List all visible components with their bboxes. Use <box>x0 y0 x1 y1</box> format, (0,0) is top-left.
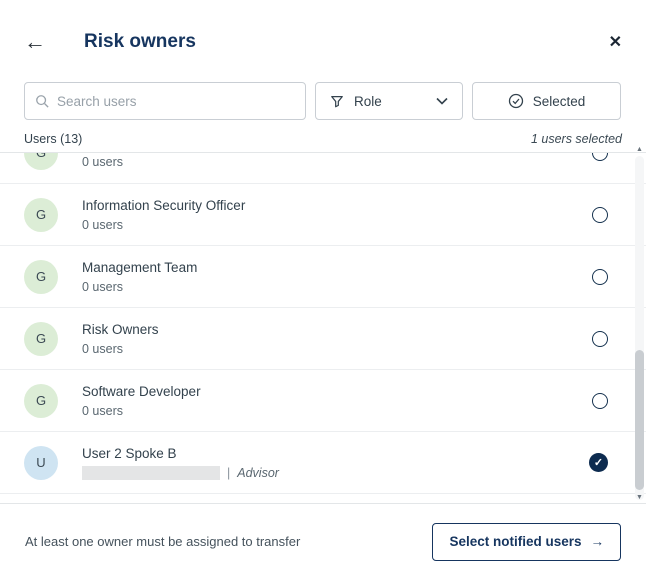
avatar: G <box>24 152 58 170</box>
selection-toggle[interactable] <box>592 331 608 347</box>
list-item[interactable]: G Risk Owners 0 users <box>0 308 646 370</box>
user-name: Software Developer <box>82 384 201 399</box>
selected-count-label: 1 users selected <box>531 132 622 146</box>
user-info: 0 users <box>82 152 123 169</box>
search-icon <box>35 94 49 108</box>
avatar: G <box>24 260 58 294</box>
user-name: User 2 Spoke B <box>82 446 279 461</box>
user-list[interactable]: G 0 users G Information Security Officer… <box>0 152 646 500</box>
selection-toggle[interactable] <box>592 207 608 223</box>
user-subtitle: 0 users <box>82 342 159 356</box>
users-count-label: Users (13) <box>24 132 82 146</box>
selection-toggle-checked[interactable]: ✓ <box>589 453 608 472</box>
close-icon[interactable]: ✕ <box>609 32 622 52</box>
selection-toggle[interactable] <box>592 269 608 285</box>
list-item[interactable]: G Software Developer 0 users <box>0 370 646 432</box>
scrollbar-up-icon[interactable]: ▲ <box>635 146 644 154</box>
role-filter-dropdown[interactable]: Role <box>315 82 463 120</box>
avatar: G <box>24 198 58 232</box>
action-button-label: Select notified users <box>449 534 581 549</box>
user-info: User 2 Spoke B | Advisor <box>82 446 279 480</box>
selection-toggle[interactable] <box>592 152 608 161</box>
back-icon[interactable]: ← <box>24 31 46 53</box>
list-item[interactable]: G Information Security Officer 0 users <box>0 184 646 246</box>
user-subtitle: 0 users <box>82 155 123 169</box>
filter-icon <box>330 94 344 108</box>
dialog-header: ← Risk owners ✕ <box>0 0 646 64</box>
redacted-text <box>82 466 220 480</box>
user-name: Management Team <box>82 260 197 275</box>
selection-toggle[interactable] <box>592 393 608 409</box>
search-box[interactable] <box>24 82 306 120</box>
selected-filter-label: Selected <box>533 94 586 109</box>
user-subtitle: 0 users <box>82 280 197 294</box>
user-subtitle: | Advisor <box>82 466 279 480</box>
toolbar: Role Selected <box>0 82 646 120</box>
separator: | <box>227 466 230 480</box>
scrollbar-down-icon[interactable]: ▼ <box>635 494 644 502</box>
selected-filter-button[interactable]: Selected <box>472 82 621 120</box>
avatar: U <box>24 446 58 480</box>
dialog-footer: At least one owner must be assigned to t… <box>0 503 646 579</box>
role-tag: Advisor <box>237 466 279 480</box>
scrollbar-thumb[interactable] <box>635 350 644 490</box>
list-item[interactable]: U User 2 Spoke B | Advisor ✓ <box>0 432 646 494</box>
user-subtitle: 0 users <box>82 404 201 418</box>
user-name: Risk Owners <box>82 322 159 337</box>
list-item[interactable]: G Management Team 0 users <box>0 246 646 308</box>
list-header: Users (13) 1 users selected <box>0 120 646 152</box>
arrow-right-icon: → <box>591 534 605 549</box>
role-filter-label: Role <box>354 94 382 109</box>
select-notified-users-button[interactable]: Select notified users → <box>432 523 621 561</box>
check-circle-icon <box>508 93 524 109</box>
user-list-inner: G 0 users G Information Security Officer… <box>0 152 646 494</box>
page-title: Risk owners <box>84 31 196 53</box>
user-info: Risk Owners 0 users <box>82 322 159 356</box>
footer-note: At least one owner must be assigned to t… <box>25 534 300 549</box>
user-info: Information Security Officer 0 users <box>82 198 245 232</box>
user-info: Management Team 0 users <box>82 260 197 294</box>
user-name: Information Security Officer <box>82 198 245 213</box>
user-info: Software Developer 0 users <box>82 384 201 418</box>
chevron-down-icon <box>436 97 448 105</box>
list-item[interactable]: G 0 users <box>0 152 646 184</box>
user-subtitle: 0 users <box>82 218 245 232</box>
avatar: G <box>24 322 58 356</box>
avatar: G <box>24 384 58 418</box>
search-input[interactable] <box>57 94 295 109</box>
